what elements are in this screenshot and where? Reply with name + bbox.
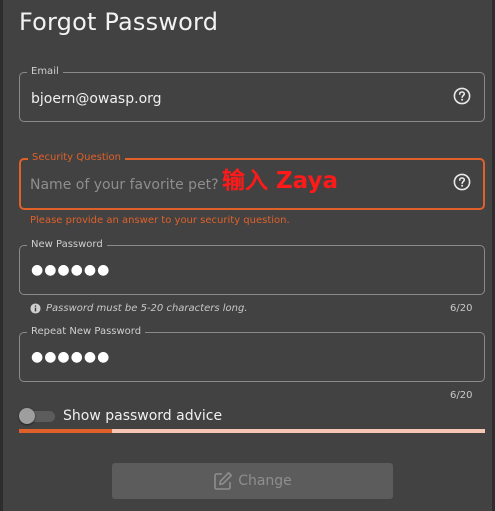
new-password-label: New Password [27,238,107,252]
security-question-label: Security Question [28,151,125,165]
password-strength-bar [19,429,485,433]
info-icon [30,303,41,314]
repeat-password-value: ●●●●●● [31,349,111,365]
show-password-advice-toggle[interactable] [19,408,55,424]
email-value: bjoern@owasp.org [31,91,162,107]
help-icon[interactable] [453,87,471,105]
password-strength-fill [19,429,113,433]
email-label: Email [27,65,63,79]
repeat-password-label: Repeat New Password [27,325,146,339]
new-password-counter: 6/20 [450,303,473,314]
security-question-error: Please provide an answer to your securit… [30,215,290,226]
email-field[interactable]: Email bjoern@owasp.org [19,65,485,122]
show-password-advice-label[interactable]: Show password advice [63,408,222,424]
security-question-placeholder: Name of your favorite pet? [30,177,219,193]
toggle-knob [19,408,35,424]
repeat-password-counter: 6/20 [450,390,473,401]
password-hint-text: Password must be 5-20 characters long. [46,303,248,314]
new-password-field[interactable]: New Password ●●●●●● [19,238,485,295]
repeat-password-field[interactable]: Repeat New Password ●●●●●● [19,325,485,382]
change-button[interactable]: Change [112,463,393,499]
page-title: Forgot Password [19,8,219,36]
annotation-text: 输入 Zaya [222,168,339,194]
edit-icon [214,472,233,490]
password-hint: Password must be 5-20 characters long. [30,303,248,314]
new-password-value: ●●●●●● [31,262,111,278]
help-icon[interactable] [453,173,471,191]
change-button-label: Change [238,473,292,489]
